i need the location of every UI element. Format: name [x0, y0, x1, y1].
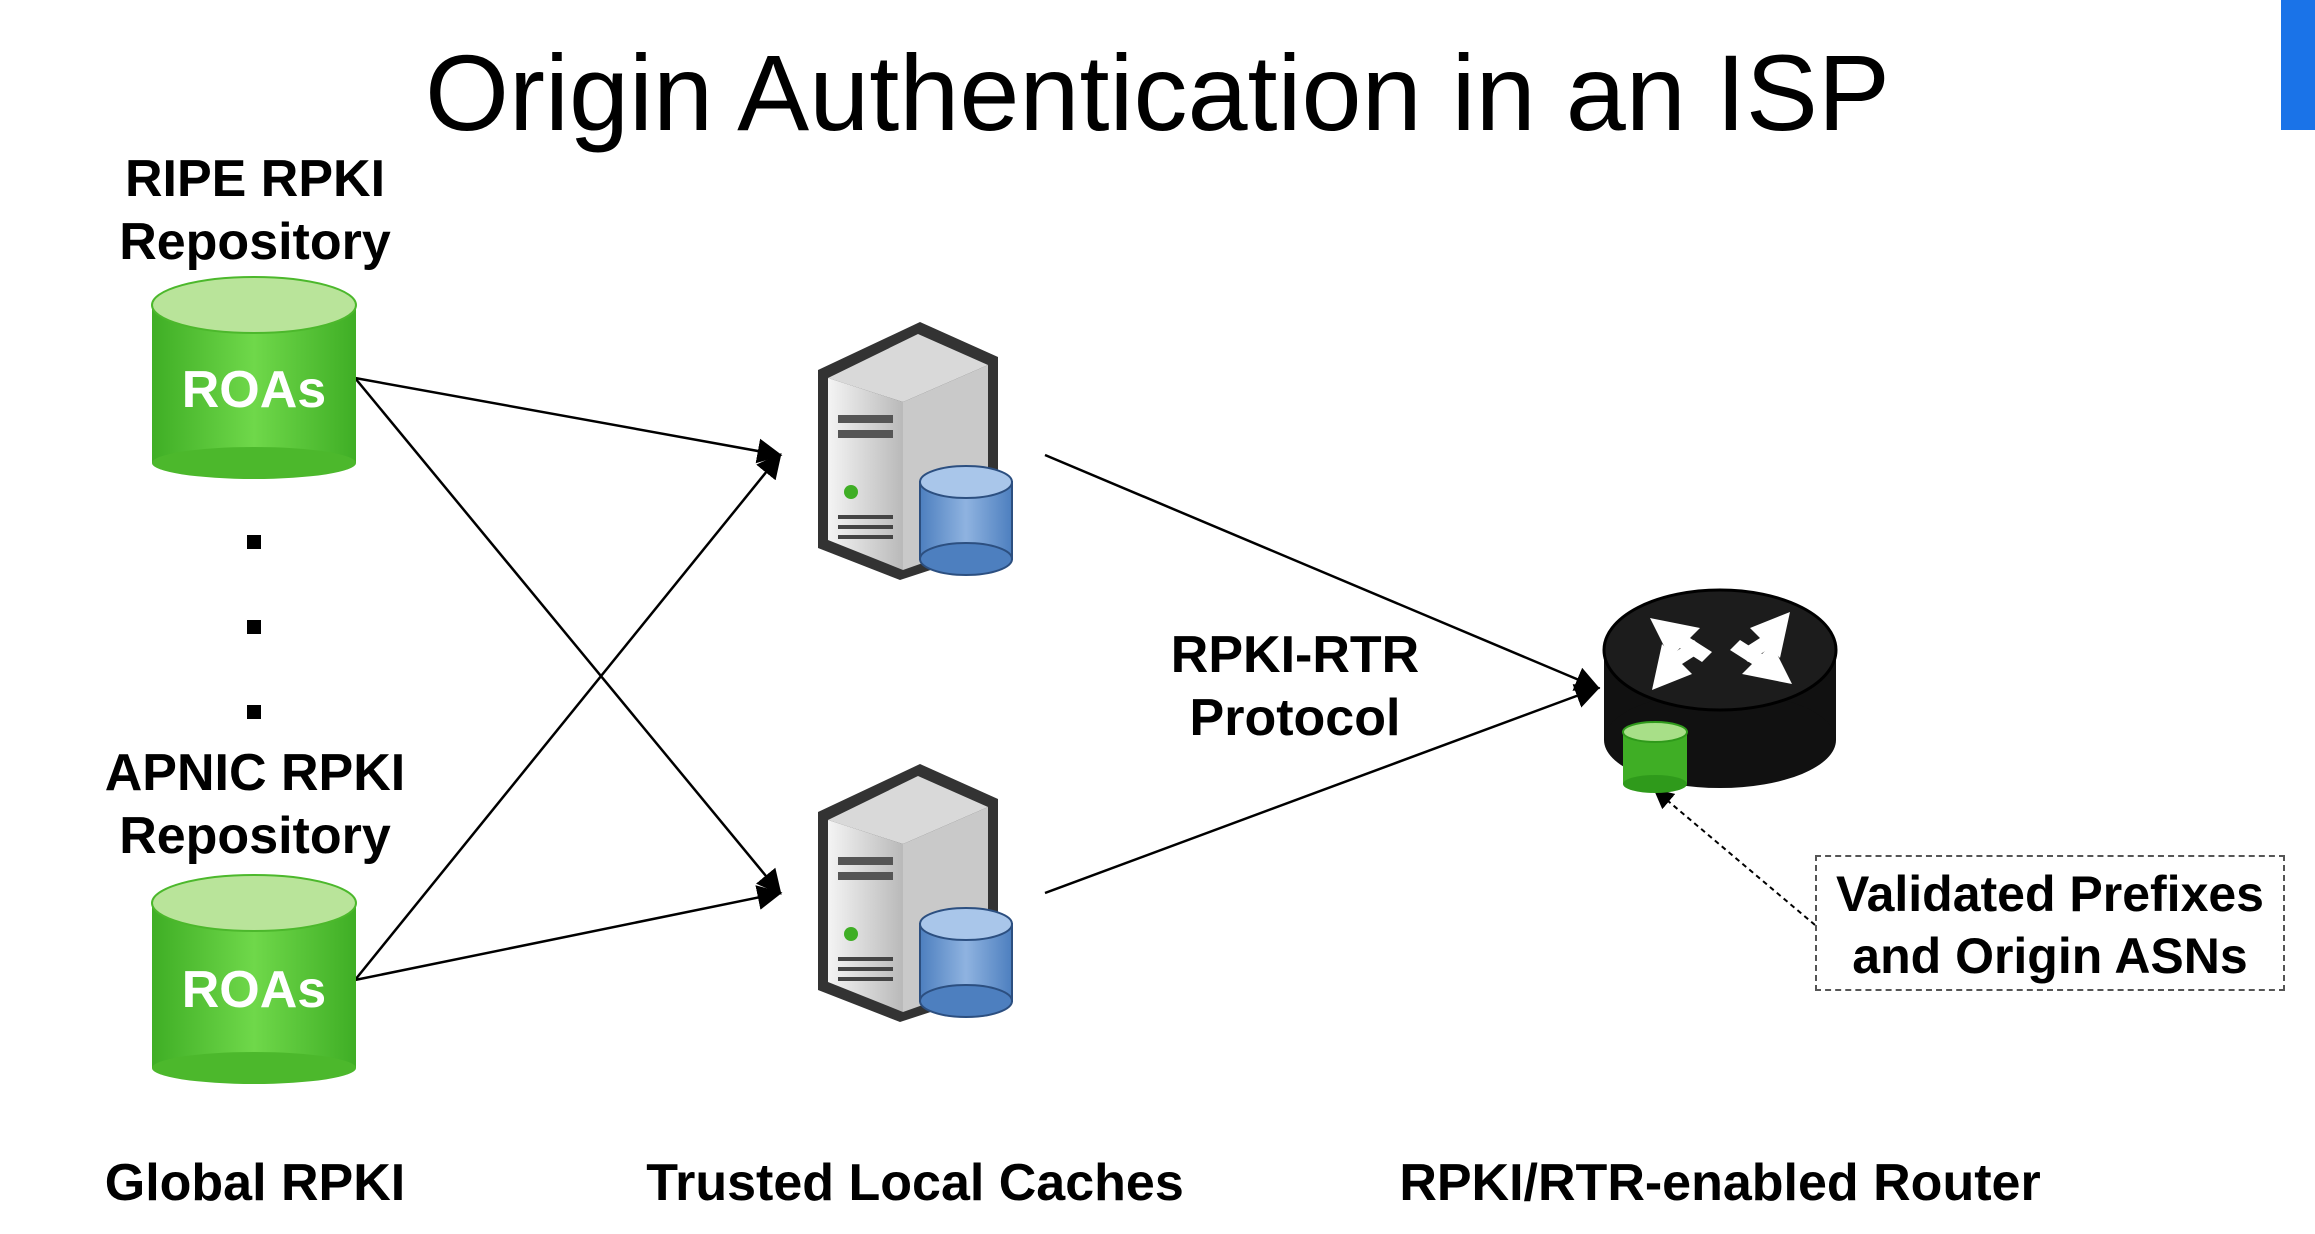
ellipsis-dot-3 — [247, 705, 261, 719]
ripe-repository-line1: RIPE RPKI — [124, 150, 386, 208]
line-ripe-to-cache-top — [354, 376, 783, 464]
validated-line1: Validated Prefixes — [1835, 866, 2264, 922]
apnic-repository-line1: APNIC RPKI — [104, 744, 406, 802]
protocol-line2: Protocol — [1189, 689, 1401, 747]
line-apnic-to-cache-bottom — [354, 885, 783, 982]
ellipsis-dot-2 — [247, 620, 261, 634]
line-apnic-to-cache-top — [354, 453, 782, 981]
ripe-repository-label: RIPE RPKI Repository — [80, 148, 430, 274]
caption-global-rpki: Global RPKI — [104, 1154, 406, 1212]
validated-line2: and Origin ASNs — [1852, 928, 2248, 984]
caption-trusted-local-caches: Trusted Local Caches — [646, 1154, 1184, 1212]
protocol-line1: RPKI-RTR — [1170, 626, 1420, 684]
page-title: Origin Authentication in an ISP — [425, 32, 1890, 153]
router-icon — [1602, 588, 1838, 793]
caption-router: RPKI/RTR-enabled Router — [1399, 1154, 2041, 1212]
cache-server-top-icon — [818, 322, 1013, 580]
ripe-repository-line2: Repository — [119, 213, 391, 271]
apnic-roa-label: ROAs — [181, 961, 327, 1019]
line-validated-to-router — [1653, 788, 1816, 926]
validated-prefixes-box: Validated Prefixes and Origin ASNs — [1815, 855, 2285, 991]
apnic-repository-line2: Repository — [119, 807, 391, 865]
protocol-label: RPKI-RTR Protocol — [1130, 624, 1460, 750]
ellipsis-dot-1 — [247, 535, 261, 549]
ripe-roa-label: ROAs — [181, 361, 327, 419]
apnic-repository-label: APNIC RPKI Repository — [80, 742, 430, 868]
cache-server-bottom-icon — [818, 764, 1013, 1022]
